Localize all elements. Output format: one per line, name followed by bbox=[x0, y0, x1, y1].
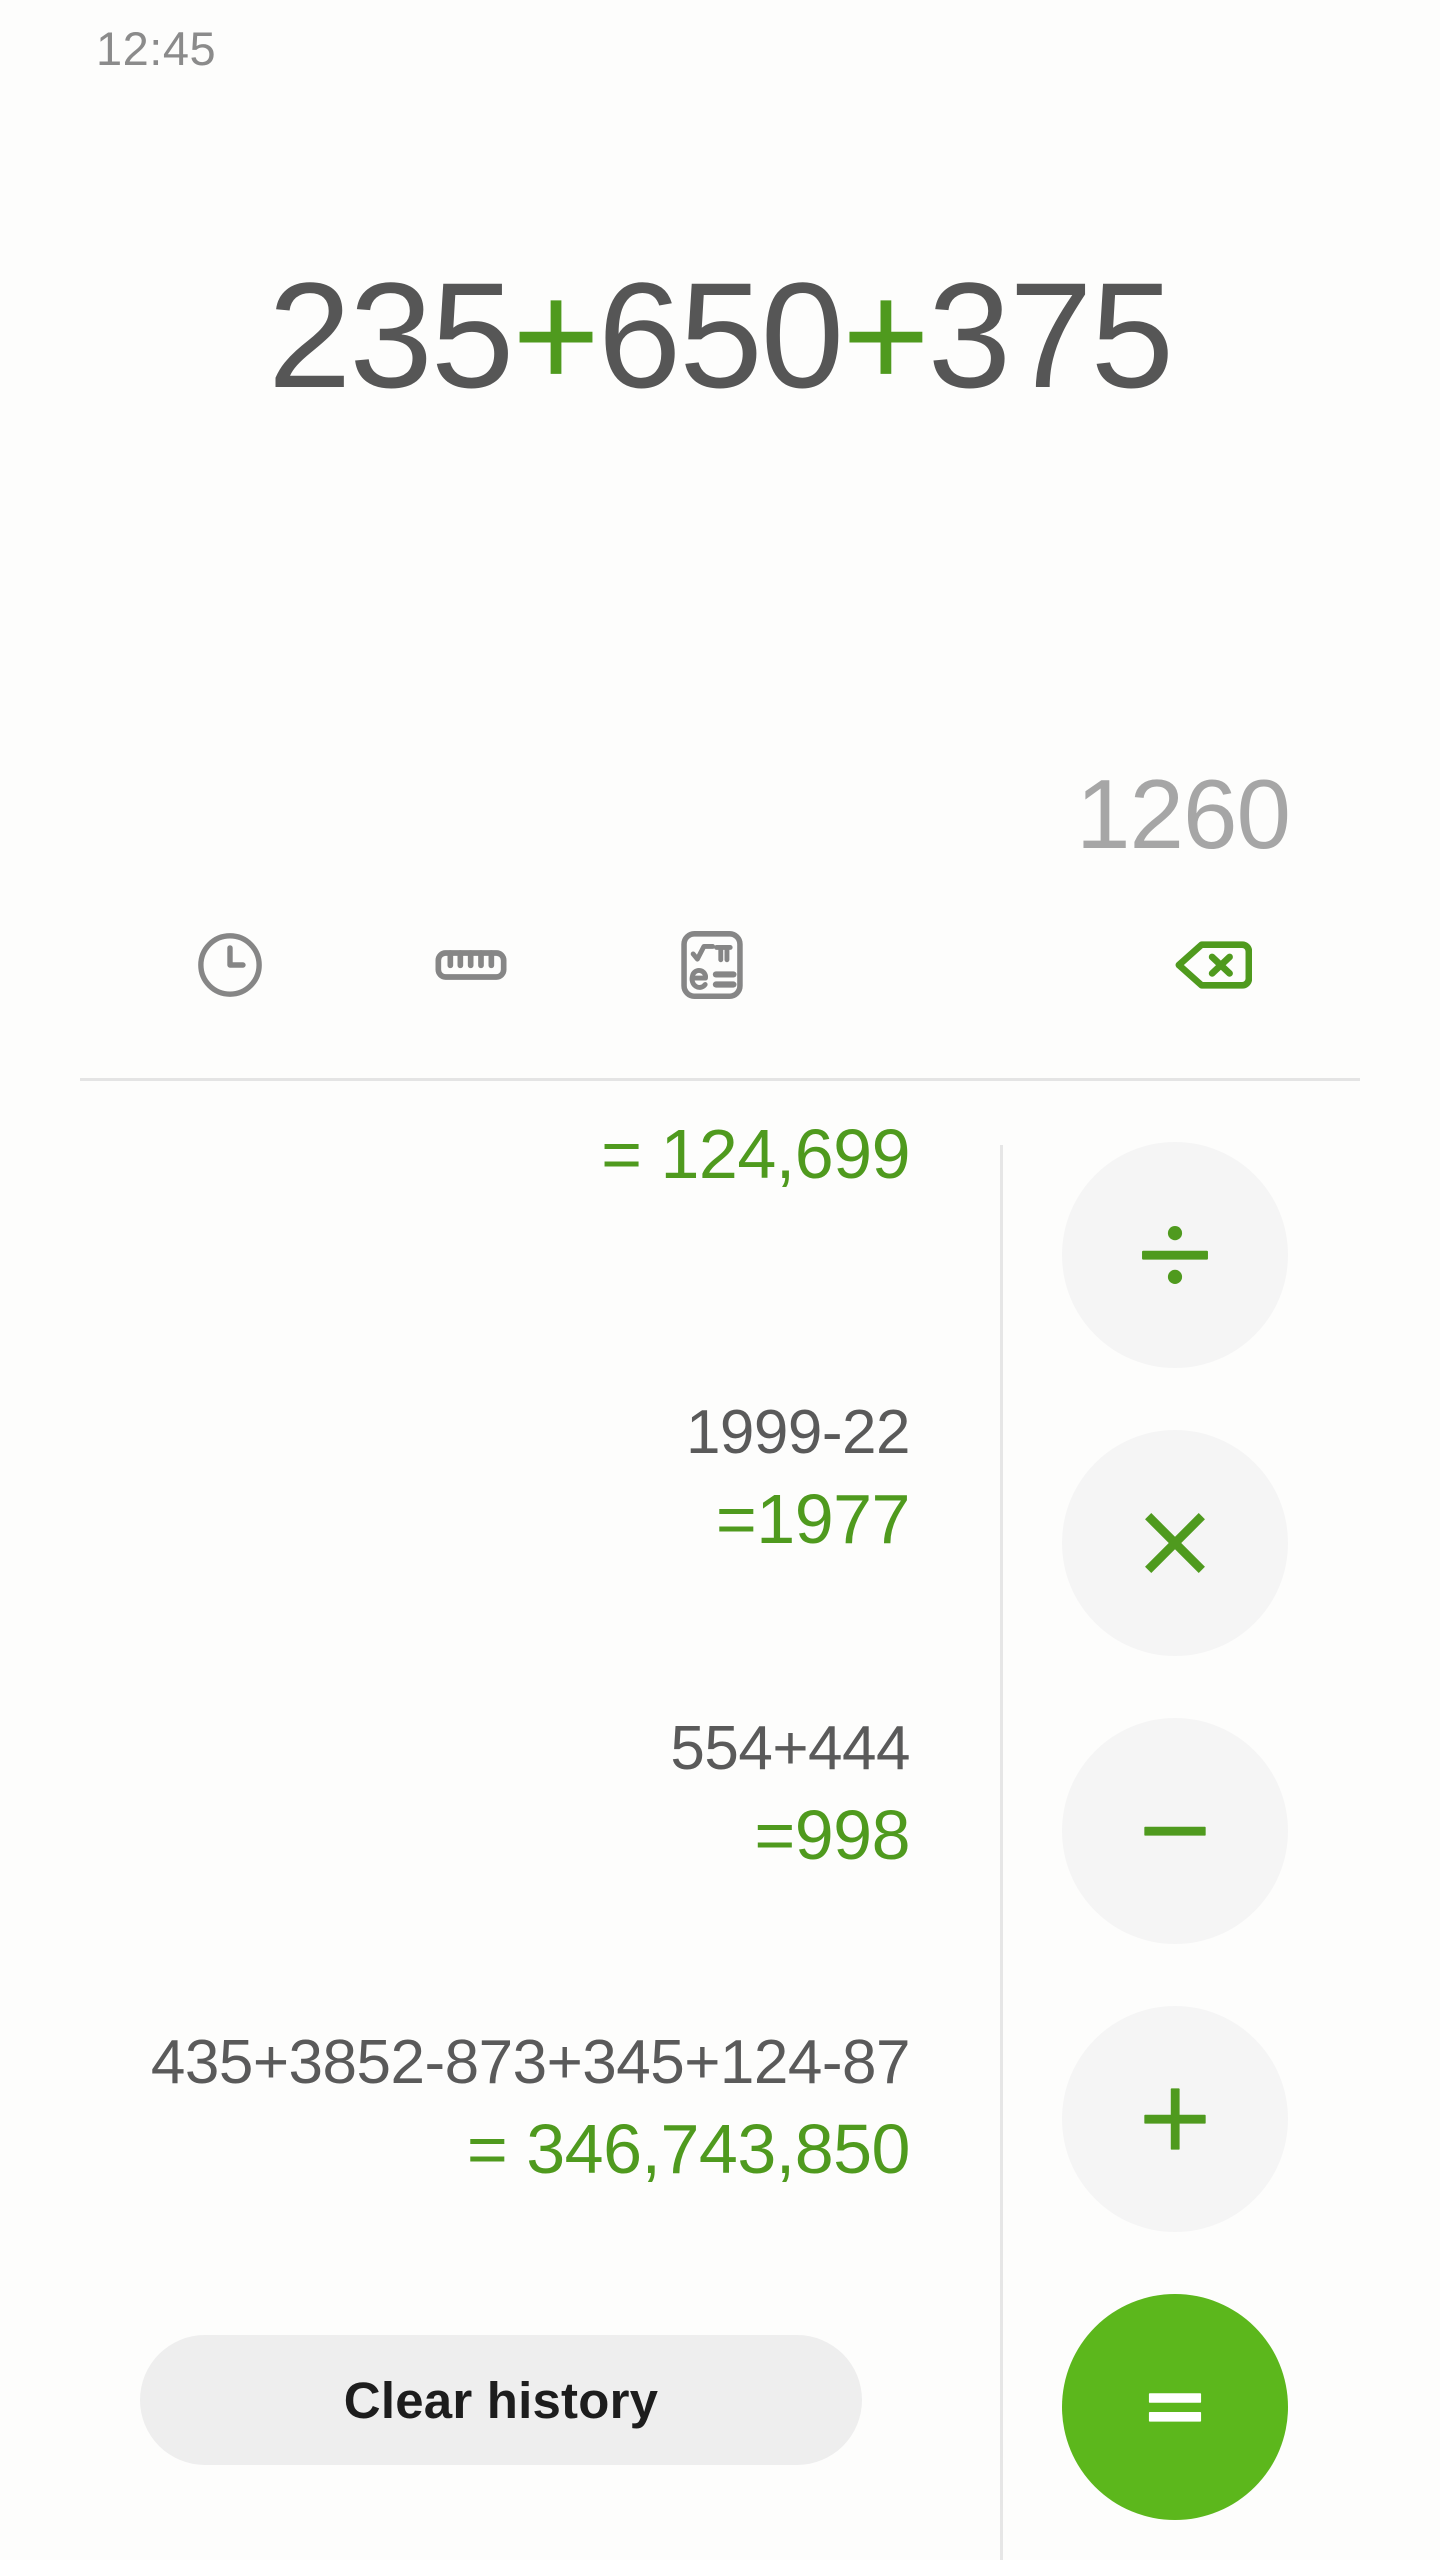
history-item[interactable]: = 124,699 bbox=[0, 1100, 910, 1192]
history-expression: 554+444 bbox=[670, 1714, 910, 1783]
history-result: = 346,743,850 bbox=[466, 2110, 911, 2189]
plus-icon bbox=[1129, 2073, 1221, 2165]
scientific-mode-button[interactable] bbox=[652, 905, 772, 1025]
history-item[interactable]: 554+444 =998 bbox=[0, 1716, 910, 1873]
expression-operand-3: 375 bbox=[927, 251, 1174, 419]
minus-icon bbox=[1129, 1785, 1221, 1877]
multiply-key[interactable] bbox=[1062, 1430, 1288, 1656]
equals-icon bbox=[1129, 2361, 1221, 2453]
calculator-screen: 12:45 235+650+375 1260 = 124,699 1999-22… bbox=[0, 0, 1440, 2560]
multiply-icon bbox=[1129, 1497, 1221, 1589]
tool-row bbox=[80, 905, 1360, 1025]
history-item[interactable]: 435+3852-873+345+124-87 = 346,743,850 bbox=[0, 2028, 911, 2189]
history-expression: 1999-22 bbox=[685, 1398, 911, 1467]
history-button[interactable] bbox=[170, 905, 290, 1025]
display-divider bbox=[80, 1078, 1360, 1081]
expression-operator-2: + bbox=[842, 251, 930, 419]
expression-operand-2: 650 bbox=[597, 251, 844, 419]
clock-icon bbox=[192, 927, 268, 1003]
expression-operand-1: 235 bbox=[267, 251, 514, 419]
history-item[interactable]: 1999-22 =1977 bbox=[0, 1398, 911, 1559]
clear-history-button[interactable]: Clear history bbox=[140, 2335, 862, 2465]
divide-key[interactable] bbox=[1062, 1142, 1288, 1368]
history-list[interactable]: = 124,699 1999-22 =1977 554+444 =998 435… bbox=[0, 1100, 1000, 2560]
unit-converter-button[interactable] bbox=[411, 905, 531, 1025]
history-result: =998 bbox=[754, 1796, 910, 1875]
divide-icon bbox=[1129, 1209, 1221, 1301]
ruler-icon bbox=[431, 925, 511, 1005]
history-result: = 124,699 bbox=[601, 1115, 910, 1193]
subtract-key[interactable] bbox=[1062, 1718, 1288, 1944]
status-bar: 12:45 bbox=[0, 0, 1440, 96]
expression-text[interactable]: 235+650+375 bbox=[80, 260, 1360, 410]
backspace-icon bbox=[1168, 923, 1252, 1007]
operator-keypad bbox=[1000, 1100, 1440, 2560]
preview-result: 1260 bbox=[1075, 759, 1291, 869]
backspace-button[interactable] bbox=[1150, 905, 1270, 1025]
add-key[interactable] bbox=[1062, 2006, 1288, 2232]
scientific-icon bbox=[673, 926, 751, 1004]
lower-panel: = 124,699 1999-22 =1977 554+444 =998 435… bbox=[0, 1100, 1440, 2560]
history-expression: 435+3852-873+345+124-87 bbox=[150, 2028, 911, 2097]
calculator-display: 235+650+375 1260 bbox=[80, 110, 1360, 920]
expression-operator-1: + bbox=[512, 251, 600, 419]
history-result: =1977 bbox=[715, 1480, 911, 1559]
status-bar-clock: 12:45 bbox=[96, 21, 217, 75]
equals-key[interactable] bbox=[1062, 2294, 1288, 2520]
